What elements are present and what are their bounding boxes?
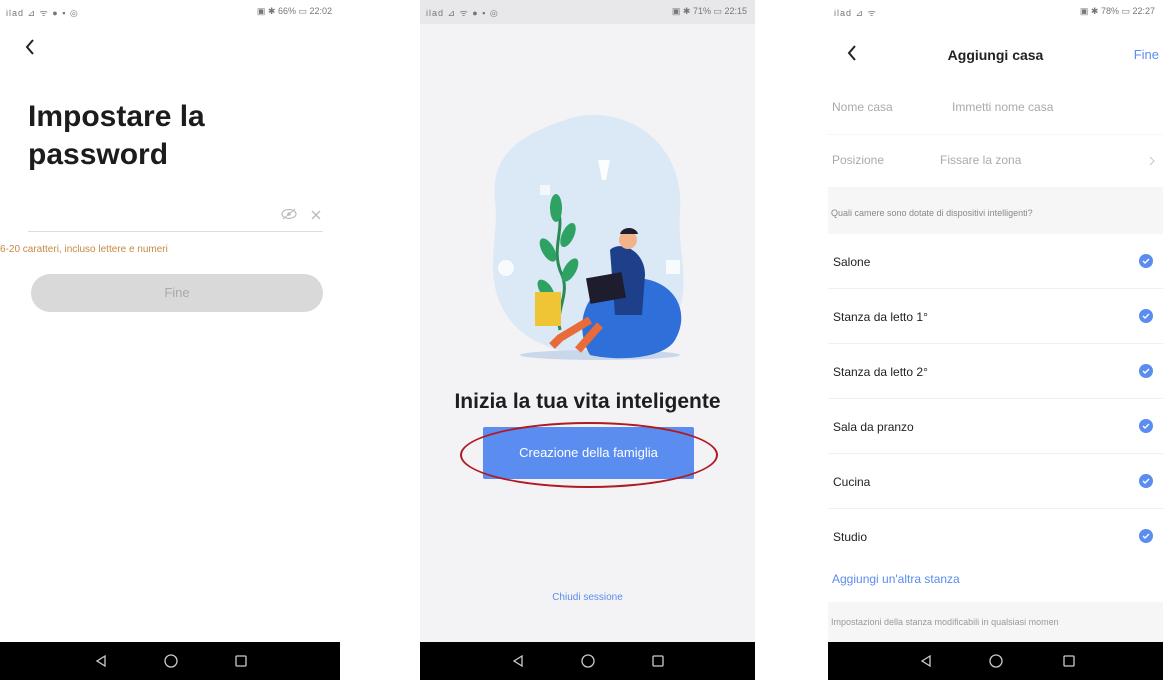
status-left: ilad ⊿ ᯤ: [834, 8, 877, 18]
system-navbar: [828, 642, 1163, 680]
status-right: ▣ ✱ 66% ▭ 22:02: [256, 6, 332, 16]
room-row[interactable]: Studio: [828, 509, 1163, 564]
home-name-label: Nome casa: [832, 100, 893, 114]
password-input[interactable]: [28, 195, 323, 232]
checkmark-icon[interactable]: [1139, 254, 1153, 268]
room-list: Salone Stanza da letto 1° Stanza da lett…: [828, 234, 1163, 564]
room-label: Sala da pranzo: [833, 420, 914, 434]
home-name-field[interactable]: Nome casa Immetti nome casa: [828, 82, 1163, 134]
settings-note: Impostazioni della stanza modificabili i…: [831, 617, 1059, 627]
back-icon[interactable]: [24, 38, 36, 61]
clear-icon[interactable]: [311, 207, 321, 225]
add-room-row: Aggiungi un'altra stanza: [828, 558, 1163, 602]
status-right: ▣ ✱ 78% ▭ 22:27: [1079, 6, 1155, 16]
status-bar: ilad ⊿ ᯤ ● ▪ ◎ ▣ ✱ 71% ▭ 22:15: [420, 0, 755, 24]
phone-screen-add-home: ilad ⊿ ᯤ ▣ ✱ 78% ▭ 22:27 Aggiungi casa F…: [828, 0, 1163, 680]
phone-screen-start: ilad ⊿ ᯤ ● ▪ ◎ ▣ ✱ 71% ▭ 22:15 Inizia la…: [420, 0, 755, 680]
status-bar: ilad ⊿ ᯤ ▣ ✱ 78% ▭ 22:27: [828, 0, 1163, 24]
room-label: Cucina: [833, 475, 871, 489]
room-label: Stanza da letto 2°: [833, 365, 928, 379]
fine-button[interactable]: Fine: [31, 274, 323, 312]
position-field[interactable]: Posizione Fissare la zona: [828, 135, 1163, 187]
room-label: Stanza da letto 1°: [833, 310, 928, 324]
system-navbar: [420, 642, 755, 680]
room-label: Studio: [833, 530, 868, 544]
status-left: ilad ⊿ ᯤ ● ▪ ◎: [6, 8, 79, 18]
highlight-ellipse: [460, 422, 718, 488]
status-left: ilad ⊿ ᯤ ● ▪ ◎: [426, 8, 499, 18]
header: Aggiungi casa Fine: [828, 24, 1163, 82]
checkmark-icon[interactable]: [1139, 474, 1153, 488]
password-hint: 6-20 caratteri, incluso lettere e numeri: [0, 244, 168, 255]
checkmark-icon[interactable]: [1139, 309, 1153, 323]
room-row[interactable]: Cucina: [828, 454, 1163, 509]
checkmark-icon[interactable]: [1139, 364, 1153, 378]
system-navbar: [0, 642, 340, 680]
room-row[interactable]: Salone: [828, 234, 1163, 289]
nav-recents-icon[interactable]: [1056, 648, 1082, 674]
add-room-link[interactable]: Aggiungi un'altra stanza: [832, 572, 960, 586]
done-button[interactable]: Fine: [1134, 47, 1159, 62]
checkmark-icon[interactable]: [1139, 529, 1153, 543]
section-header: Quali camere sono dotate di dispositivi …: [831, 208, 1033, 218]
nav-recents-icon[interactable]: [228, 648, 254, 674]
checkmark-icon[interactable]: [1139, 419, 1153, 433]
nav-back-icon[interactable]: [505, 648, 531, 674]
nav-home-icon[interactable]: [575, 648, 601, 674]
home-name-input[interactable]: Immetti nome casa: [952, 100, 1053, 114]
nav-home-icon[interactable]: [158, 648, 184, 674]
status-right: ▣ ✱ 71% ▭ 22:15: [671, 6, 747, 16]
smart-life-illustration: [493, 114, 684, 360]
nav-back-icon[interactable]: [88, 648, 114, 674]
headline: Inizia la tua vita inteligente: [454, 390, 721, 413]
room-row[interactable]: Sala da pranzo: [828, 399, 1163, 454]
position-label: Posizione: [832, 153, 885, 167]
logout-link[interactable]: Chiudi sessione: [420, 592, 755, 603]
page-title: Aggiungi casa: [947, 47, 1044, 63]
status-bar: ilad ⊿ ᯤ ● ▪ ◎ ▣ ✱ 66% ▭ 22:02: [0, 0, 340, 24]
nav-recents-icon[interactable]: [645, 648, 671, 674]
phone-screen-set-password: ilad ⊿ ᯤ ● ▪ ◎ ▣ ✱ 66% ▭ 22:02 Impostare…: [0, 0, 340, 680]
nav-back-icon[interactable]: [913, 648, 939, 674]
nav-home-icon[interactable]: [983, 648, 1009, 674]
eye-icon[interactable]: [281, 207, 297, 225]
position-value: Fissare la zona: [940, 153, 1022, 167]
room-row[interactable]: Stanza da letto 1°: [828, 289, 1163, 344]
chevron-right-icon: [1149, 155, 1155, 169]
room-row[interactable]: Stanza da letto 2°: [828, 344, 1163, 399]
page-title: Impostare la password: [28, 100, 205, 171]
room-label: Salone: [833, 255, 871, 269]
